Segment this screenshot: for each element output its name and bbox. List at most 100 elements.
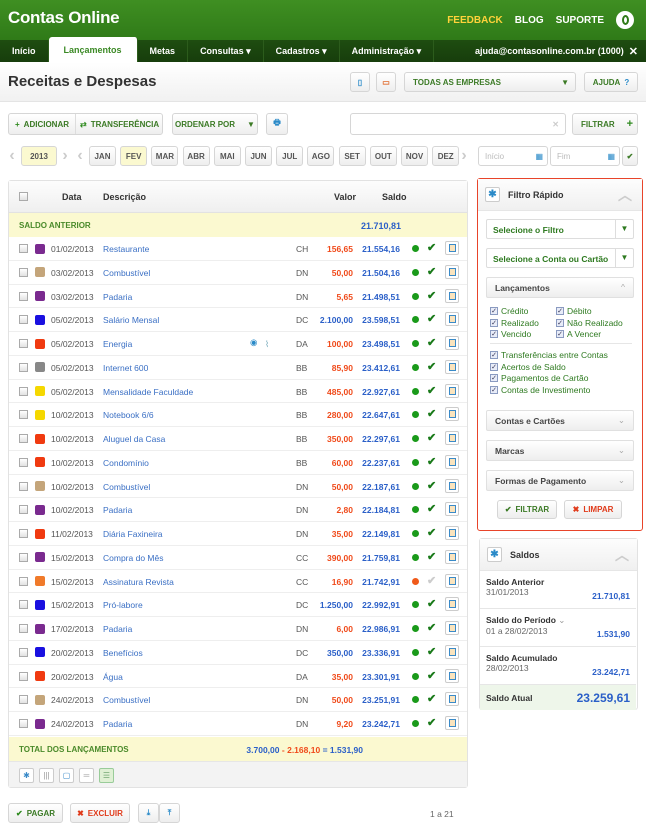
- paid-check-icon[interactable]: ✔: [427, 479, 436, 492]
- table-row[interactable]: 20/02/2013 Benefícios DC 350,00 23.336,91 ✔: [9, 641, 467, 665]
- formas-pagamento-section[interactable]: Formas de Pagamento ⌄: [486, 470, 634, 491]
- row-description[interactable]: Notebook 6/6: [103, 410, 154, 420]
- table-row[interactable]: 10/02/2013 Notebook 6/6 BB 280,00 22.647,61 ✔: [9, 403, 467, 427]
- table-row[interactable]: 11/02/2013 Diária Faxineira DN 35,00 22.149,…: [9, 522, 467, 546]
- clear-filter-button[interactable]: ✖ LIMPAR: [564, 500, 622, 519]
- page-icon[interactable]: ▢: [59, 768, 74, 783]
- edit-note-icon[interactable]: [445, 478, 459, 493]
- filter-checkbox[interactable]: ✓ A Vencer: [556, 329, 601, 339]
- edit-note-icon[interactable]: [445, 431, 459, 445]
- table-row[interactable]: 17/02/2013 Padaria DN 6,00 22.986,91 ✔: [9, 617, 467, 641]
- filter-checkbox[interactable]: ✓ Realizado: [490, 318, 539, 328]
- row-checkbox[interactable]: [19, 624, 28, 633]
- row-description[interactable]: Padaria: [103, 719, 132, 729]
- row-description[interactable]: Aluguel da Casa: [103, 434, 165, 444]
- settings-gear-icon[interactable]: ✱: [19, 768, 34, 783]
- nav-consultas[interactable]: Consultas ▾: [188, 40, 264, 62]
- row-description[interactable]: Energia: [103, 339, 132, 349]
- row-description[interactable]: Combustível: [103, 268, 150, 278]
- rows-expanded-icon[interactable]: ☰: [99, 768, 114, 783]
- gear-icon[interactable]: ✱: [487, 547, 502, 562]
- paid-check-icon[interactable]: ✔: [427, 336, 436, 349]
- end-date-input[interactable]: Fim ▦: [550, 146, 620, 166]
- row-description[interactable]: Condomínio: [103, 458, 149, 468]
- edit-note-icon[interactable]: [445, 264, 459, 279]
- paid-check-icon[interactable]: ✔: [427, 669, 436, 682]
- row-checkbox[interactable]: [19, 267, 28, 277]
- row-checkbox[interactable]: [19, 410, 28, 420]
- row-description[interactable]: Compra do Mês: [103, 553, 163, 563]
- collapse-chevron-up-icon[interactable]: ︿: [615, 545, 629, 565]
- row-description[interactable]: Assinatura Revista: [103, 577, 174, 587]
- row-description[interactable]: Salário Mensal: [103, 315, 159, 325]
- next-year-chevron-icon[interactable]: ›: [59, 146, 71, 166]
- comment-icon[interactable]: ◉: [250, 337, 257, 348]
- table-row[interactable]: 10/02/2013 Padaria DN 2,80 22.184,81 ✔: [9, 498, 467, 522]
- row-checkbox[interactable]: [19, 529, 28, 538]
- table-row[interactable]: 05/02/2013 Energia ◉ ⌇ DA 100,00 23.498,51 ✔: [9, 332, 467, 356]
- edit-note-icon[interactable]: [445, 716, 459, 730]
- table-row[interactable]: 10/02/2013 Condomínio BB 60,00 22.237,61 ✔: [9, 451, 467, 475]
- prev-year-chevron-icon[interactable]: ‹: [6, 146, 18, 166]
- paid-check-icon[interactable]: ✔: [427, 502, 436, 515]
- paid-check-icon[interactable]: ✔: [427, 312, 436, 325]
- row-checkbox[interactable]: [19, 457, 28, 467]
- month-dez[interactable]: DEZ: [432, 146, 460, 166]
- apply-date-check-icon[interactable]: ✔: [622, 146, 638, 166]
- table-row[interactable]: 20/02/2013 Água DA 35,00 23.301,91 ✔: [9, 665, 467, 689]
- row-description[interactable]: Padaria: [103, 624, 132, 634]
- row-description[interactable]: Padaria: [103, 505, 132, 515]
- table-row[interactable]: 05/02/2013 Mensalidade Faculdade BB 485,00 2…: [9, 380, 467, 404]
- table-row[interactable]: 05/02/2013 Internet 600 BB 85,90 23.412,61 ✔: [9, 356, 467, 380]
- paid-check-icon[interactable]: ✔: [427, 289, 436, 302]
- lancamentos-section[interactable]: Lançamentos ^: [486, 277, 634, 298]
- logout-close-icon[interactable]: ✕: [629, 45, 638, 58]
- edit-note-icon[interactable]: [445, 407, 459, 422]
- month-jun[interactable]: JUN: [245, 146, 272, 166]
- company-select[interactable]: TODAS AS EMPRESAS ▼: [404, 72, 576, 92]
- filter-checkbox[interactable]: ✓ Acertos de Saldo: [490, 362, 566, 372]
- row-description[interactable]: Combustível: [103, 482, 150, 492]
- edit-note-icon[interactable]: [445, 359, 459, 374]
- row-description[interactable]: Mensalidade Faculdade: [103, 387, 193, 397]
- edit-note-icon[interactable]: [445, 668, 459, 683]
- fullscreen-icon[interactable]: ▭: [376, 72, 396, 92]
- marcas-section[interactable]: Marcas ⌄: [486, 440, 634, 461]
- paid-check-icon[interactable]: ✔: [427, 265, 436, 278]
- table-row[interactable]: 10/02/2013 Aluguel da Casa BB 350,00 22.297,…: [9, 427, 467, 451]
- month-jul[interactable]: JUL: [276, 146, 304, 166]
- mobile-view-icon[interactable]: ▯: [350, 72, 370, 92]
- row-checkbox[interactable]: [19, 315, 28, 325]
- row-checkbox[interactable]: [19, 291, 28, 301]
- paid-check-icon[interactable]: ✔: [427, 241, 436, 254]
- download-icon[interactable]: ⤓: [138, 803, 159, 823]
- header-saldo[interactable]: Saldo: [382, 192, 407, 202]
- print-icon[interactable]: 🖶: [266, 113, 288, 135]
- account-select[interactable]: Selecione a Conta ou Cartão ▼: [486, 248, 634, 268]
- month-nov[interactable]: NOV: [401, 146, 428, 166]
- edit-note-icon[interactable]: [445, 502, 459, 517]
- calendar-icon[interactable]: ▦: [607, 152, 615, 161]
- table-row[interactable]: 24/02/2013 Padaria DN 9,20 23.242,71 ✔: [9, 712, 467, 736]
- table-row[interactable]: 03/02/2013 Combustível DN 50,00 21.504,16 ✔: [9, 261, 467, 285]
- plus-icon[interactable]: +: [627, 118, 633, 130]
- blog-link[interactable]: BLOG: [515, 15, 544, 26]
- rows-compact-icon[interactable]: ═: [79, 768, 94, 783]
- row-description[interactable]: Benefícios: [103, 648, 143, 658]
- row-checkbox[interactable]: [19, 647, 28, 657]
- nav-inicio[interactable]: Início: [0, 40, 49, 62]
- year-button[interactable]: 2013: [21, 146, 57, 166]
- app-logo[interactable]: Contas Online: [8, 8, 120, 28]
- contas-cartoes-section[interactable]: Contas e Cartões ⌄: [486, 410, 634, 431]
- row-description[interactable]: Internet 600: [103, 363, 148, 373]
- row-description[interactable]: Combustível: [103, 695, 150, 705]
- row-description[interactable]: Padaria: [103, 292, 132, 302]
- pay-button[interactable]: ✔ PAGAR: [8, 803, 63, 823]
- nav-lancamentos[interactable]: Lançamentos: [48, 37, 138, 62]
- prev-month-chevron-icon[interactable]: ‹: [74, 146, 86, 166]
- paid-check-icon[interactable]: ✔: [427, 692, 436, 705]
- row-checkbox[interactable]: [19, 552, 28, 562]
- row-checkbox[interactable]: [19, 434, 28, 443]
- row-description[interactable]: Água: [103, 672, 123, 682]
- row-checkbox[interactable]: [19, 339, 28, 348]
